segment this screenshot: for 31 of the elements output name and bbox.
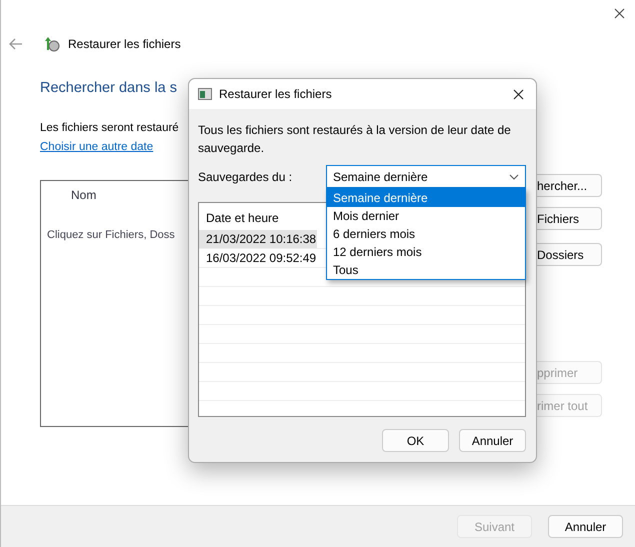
backups-dropdown[interactable]: Semaine dernière bbox=[326, 165, 526, 188]
close-icon[interactable] bbox=[614, 8, 625, 19]
dropdown-option[interactable]: Mois dernier bbox=[327, 207, 525, 225]
dropdown-option[interactable]: Tous bbox=[327, 261, 525, 279]
chevron-down-icon bbox=[509, 174, 519, 180]
window-title: Restaurer les fichiers bbox=[68, 36, 181, 53]
choose-date-link[interactable]: Choisir une autre date bbox=[40, 141, 154, 153]
column-header: Date et heure bbox=[206, 210, 279, 227]
page-heading: Rechercher dans la s bbox=[40, 79, 178, 98]
dropdown-option[interactable]: 12 derniers mois bbox=[327, 243, 525, 261]
side-button[interactable]: Fichiers bbox=[537, 207, 602, 230]
cancel-button[interactable]: Annuler bbox=[459, 429, 526, 452]
back-arrow-icon[interactable] bbox=[9, 38, 23, 50]
dropdown-option[interactable]: Semaine dernière bbox=[327, 189, 525, 207]
dialog-message: Tous les fichiers sont restaurés à la version de leur date de sauvegarde. bbox=[198, 122, 512, 157]
side-button[interactable]: hercher... bbox=[537, 174, 602, 197]
window-icon bbox=[198, 88, 212, 100]
restore-icon bbox=[43, 36, 60, 52]
column-header: Nom bbox=[70, 187, 98, 204]
dropdown-value: Semaine dernière bbox=[333, 168, 428, 186]
table-row[interactable]: 21/03/2022 10:16:38 bbox=[199, 230, 317, 248]
table-row[interactable]: 16/03/2022 09:52:49 bbox=[199, 249, 317, 267]
side-button[interactable]: Dossiers bbox=[537, 243, 602, 266]
empty-list-message: Cliquez sur Fichiers, Doss bbox=[46, 228, 176, 244]
dropdown-option[interactable]: 6 derniers mois bbox=[327, 225, 525, 243]
info-text: Les fichiers seront restauré bbox=[40, 120, 180, 136]
backups-label: Sauvegardes du : bbox=[198, 168, 292, 186]
cancel-button[interactable]: Annuler bbox=[548, 515, 623, 538]
close-icon[interactable] bbox=[513, 88, 524, 100]
ok-button[interactable]: OK bbox=[382, 429, 449, 452]
dialog-title: Restaurer les fichiers bbox=[219, 86, 332, 103]
